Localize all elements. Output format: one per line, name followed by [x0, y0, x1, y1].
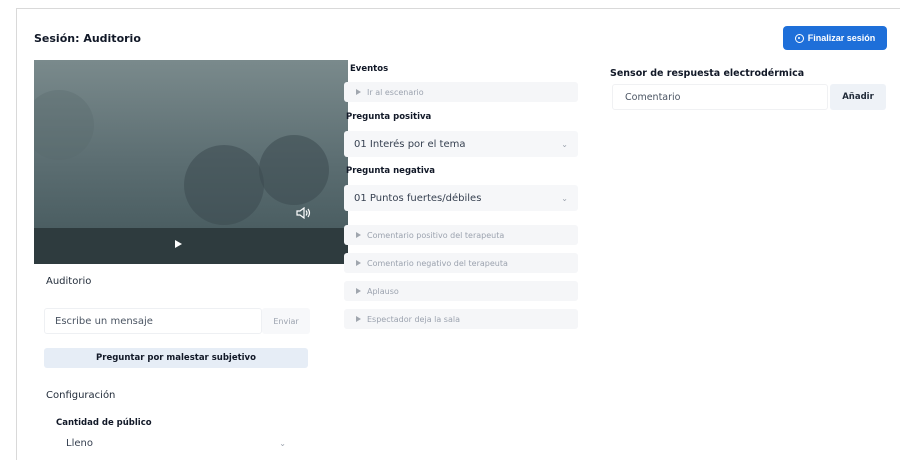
ask-discomfort-button[interactable]: Preguntar por malestar subjetivo — [44, 348, 308, 368]
record-icon — [794, 33, 804, 43]
triangle-icon — [356, 316, 361, 322]
positive-question-label: Pregunta positiva — [346, 112, 432, 122]
video-controls-bar — [34, 228, 348, 264]
event-button[interactable]: Aplauso — [344, 281, 578, 301]
triangle-icon — [356, 89, 361, 95]
positive-question-value: 01 Interés por el tema — [354, 138, 466, 150]
video-player[interactable] — [34, 60, 348, 264]
negative-question-select[interactable]: 01 Puntos fuertes/débiles ⌄ — [344, 185, 578, 211]
page-title: Sesión: Auditorio — [34, 32, 141, 45]
sensor-heading: Sensor de respuesta electrodérmica — [610, 68, 805, 79]
audience-amount-select[interactable]: Lleno ⌄ — [56, 430, 296, 456]
event-label: Aplauso — [367, 286, 399, 296]
video-shape — [34, 90, 94, 160]
events-heading: Eventos — [350, 64, 389, 74]
event-button[interactable]: Espectador deja la sala — [344, 309, 578, 329]
chevron-down-icon: ⌄ — [561, 139, 568, 149]
send-button[interactable]: Enviar — [262, 308, 310, 334]
positive-question-select[interactable]: 01 Interés por el tema ⌄ — [344, 131, 578, 157]
audience-heading: Auditorio — [46, 276, 92, 287]
triangle-icon — [356, 232, 361, 238]
video-shape — [184, 145, 264, 225]
chevron-down-icon: ⌄ — [561, 193, 568, 203]
chevron-down-icon: ⌄ — [279, 438, 286, 448]
event-button[interactable]: Comentario negativo del terapeuta — [344, 253, 578, 273]
video-frame — [34, 60, 348, 228]
event-label: Comentario positivo del terapeuta — [367, 230, 505, 240]
event-label: Comentario negativo del terapeuta — [367, 258, 508, 268]
audience-amount-value: Lleno — [66, 437, 93, 449]
volume-icon[interactable] — [296, 206, 312, 222]
add-button[interactable]: Añadir — [830, 84, 886, 110]
event-button[interactable]: Comentario positivo del terapeuta — [344, 225, 578, 245]
config-heading: Configuración — [46, 390, 116, 401]
triangle-icon — [356, 260, 361, 266]
negative-question-value: 01 Puntos fuertes/débiles — [354, 192, 482, 204]
go-to-stage-label: Ir al escenario — [367, 87, 424, 97]
finish-session-button[interactable]: Finalizar sesión — [783, 26, 887, 50]
triangle-icon — [356, 288, 361, 294]
video-shape — [259, 135, 329, 205]
finish-session-label: Finalizar sesión — [807, 33, 876, 43]
play-icon[interactable] — [175, 240, 182, 248]
go-to-stage-button[interactable]: Ir al escenario — [344, 82, 578, 102]
message-input[interactable]: Escribe un mensaje — [44, 308, 262, 334]
audience-amount-label: Cantidad de público — [56, 418, 152, 428]
negative-question-label: Pregunta negativa — [346, 166, 436, 176]
event-label: Espectador deja la sala — [367, 314, 460, 324]
comment-input[interactable]: Comentario — [612, 84, 828, 110]
